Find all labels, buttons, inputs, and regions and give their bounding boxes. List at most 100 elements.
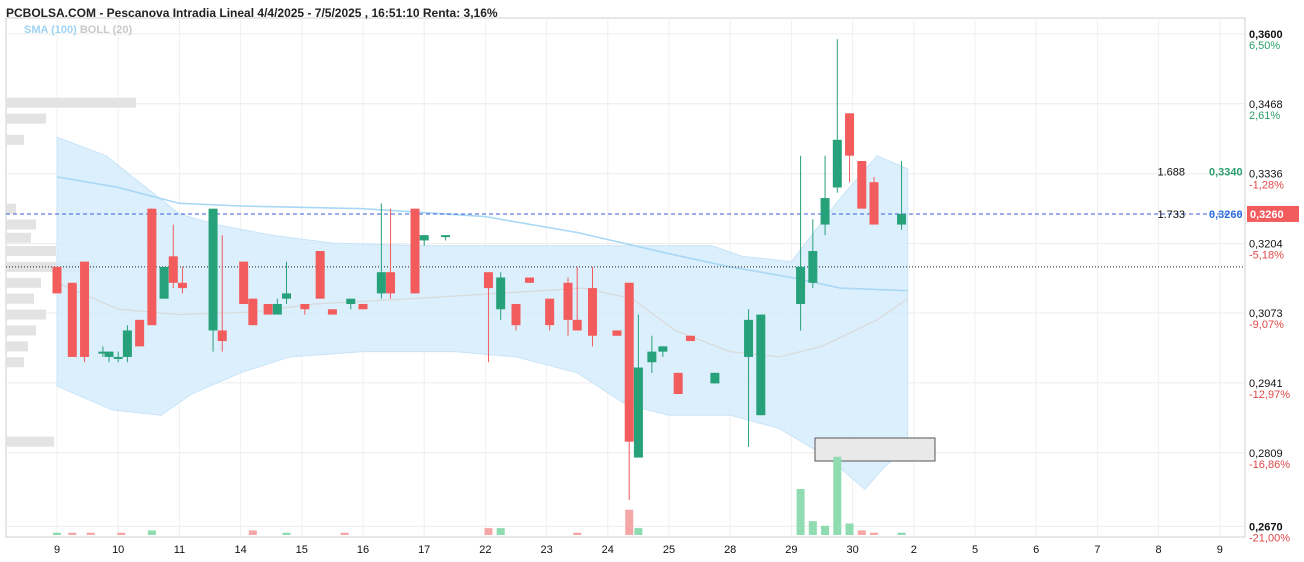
- candle-body: [410, 208, 420, 294]
- x-tick-label: 17: [418, 544, 430, 556]
- candle-body: [441, 235, 451, 238]
- indicator-legend: SMA (100) BOLL (20): [24, 24, 132, 36]
- candle-body: [685, 335, 695, 342]
- volume-profile-bar: [6, 436, 54, 447]
- y-tick-pct: -9,07%: [1249, 319, 1284, 331]
- x-tick-label: 15: [296, 544, 308, 556]
- volume-bar: [53, 532, 61, 535]
- volume-bar: [340, 532, 349, 535]
- candle-body: [710, 372, 720, 384]
- candle-body: [52, 266, 62, 294]
- candle-body: [272, 303, 282, 315]
- candle-body: [239, 261, 249, 304]
- candle-body: [869, 182, 879, 225]
- x-tick-label: 29: [785, 544, 797, 556]
- candle-body: [358, 303, 368, 310]
- candle-body: [511, 303, 521, 326]
- x-tick-label: 30: [846, 544, 858, 556]
- candle-body: [808, 251, 818, 283]
- candle-body: [673, 372, 683, 395]
- x-tick-label: 11: [174, 544, 185, 556]
- volume-profile-bar: [6, 246, 56, 257]
- y-tick-pct: 2,61%: [1249, 110, 1280, 122]
- candle-body: [744, 319, 754, 357]
- candle-body: [647, 351, 657, 363]
- x-tick-label: 22: [479, 544, 491, 556]
- candle-body: [168, 256, 178, 283]
- candle-body: [857, 160, 867, 209]
- candle-body: [80, 261, 90, 357]
- candle-body: [67, 282, 77, 357]
- order-qty-label: 1.688: [1157, 167, 1185, 179]
- candle-body: [104, 351, 114, 357]
- x-tick-label: 8: [1156, 544, 1162, 556]
- volume-bar: [496, 528, 505, 535]
- volume-profile-bar: [6, 309, 46, 320]
- volume-bar: [573, 532, 582, 535]
- volume-bar: [625, 509, 634, 535]
- candle-body: [756, 314, 766, 416]
- candle-body: [346, 298, 356, 304]
- volume-bar: [484, 528, 493, 535]
- candle-body: [832, 139, 842, 188]
- volume-profile-bar: [6, 219, 36, 230]
- current-price-label: 0,3260: [1250, 209, 1284, 221]
- volume-bar: [808, 521, 817, 535]
- candle-body: [135, 319, 145, 347]
- volume-bar: [117, 532, 126, 535]
- y-tick-pct: -12,97%: [1249, 389, 1290, 401]
- volume-profile-bar: [6, 277, 41, 288]
- x-tick-label: 7: [1094, 544, 1100, 556]
- volume-bar: [147, 530, 156, 535]
- x-tick-label: 9: [54, 544, 60, 556]
- x-tick-label: 10: [112, 544, 124, 556]
- volume-profile-bar: [6, 134, 24, 145]
- candle-body: [820, 198, 830, 225]
- bollinger-band: [56, 136, 909, 491]
- chart-title: PCBOLSA.COM - Pescanova Intradia Lineal …: [6, 6, 498, 20]
- volume-bar: [634, 528, 643, 535]
- volume-bar: [870, 532, 879, 535]
- candle-body: [113, 356, 123, 359]
- candle-body: [545, 298, 555, 326]
- candle-body: [796, 266, 806, 304]
- volume-profile-bar: [6, 97, 136, 108]
- candle-body: [658, 346, 668, 352]
- candle-body: [633, 367, 643, 458]
- candle-body: [315, 251, 325, 299]
- sma-legend: SMA (100): [24, 24, 77, 36]
- x-tick-label: 24: [602, 544, 614, 556]
- candle-body: [419, 235, 429, 241]
- volume-profile-bar: [6, 325, 36, 336]
- volume-bar: [833, 456, 842, 535]
- x-tick-label: 16: [357, 544, 369, 556]
- volume-profile-bar: [6, 203, 16, 214]
- candle-body: [159, 266, 169, 299]
- x-tick-label: 14: [234, 544, 246, 556]
- y-tick-pct: -21,00%: [1249, 532, 1290, 544]
- volume-bar: [796, 489, 805, 535]
- candle-body: [376, 272, 386, 294]
- candle-body: [122, 330, 132, 357]
- x-tick-label: 25: [663, 544, 675, 556]
- candle-body: [208, 208, 218, 331]
- order-price-label: 0,3260: [1209, 209, 1243, 221]
- candle-body: [217, 330, 227, 342]
- x-tick-label: 9: [1217, 544, 1223, 556]
- order-qty-label: 1.733: [1157, 209, 1185, 221]
- volume-profile-bar: [6, 113, 46, 124]
- candle-body: [263, 303, 273, 315]
- candle-body: [496, 277, 506, 310]
- candle-body: [588, 288, 597, 336]
- candle-body: [572, 319, 582, 331]
- x-tick-label: 2: [911, 544, 917, 556]
- y-tick-pct: 6,50%: [1249, 40, 1280, 52]
- price-chart: 0,36006,50%0,34682,61%0,3336-1,28%0,3204…: [5, 17, 1299, 556]
- annotation-box: [814, 437, 936, 462]
- x-tick-label: 23: [540, 544, 552, 556]
- y-tick-pct: -5,18%: [1249, 250, 1284, 262]
- volume-bar: [897, 532, 906, 535]
- candle-body: [386, 272, 396, 294]
- volume-bar: [821, 525, 830, 535]
- candle-body: [563, 282, 573, 320]
